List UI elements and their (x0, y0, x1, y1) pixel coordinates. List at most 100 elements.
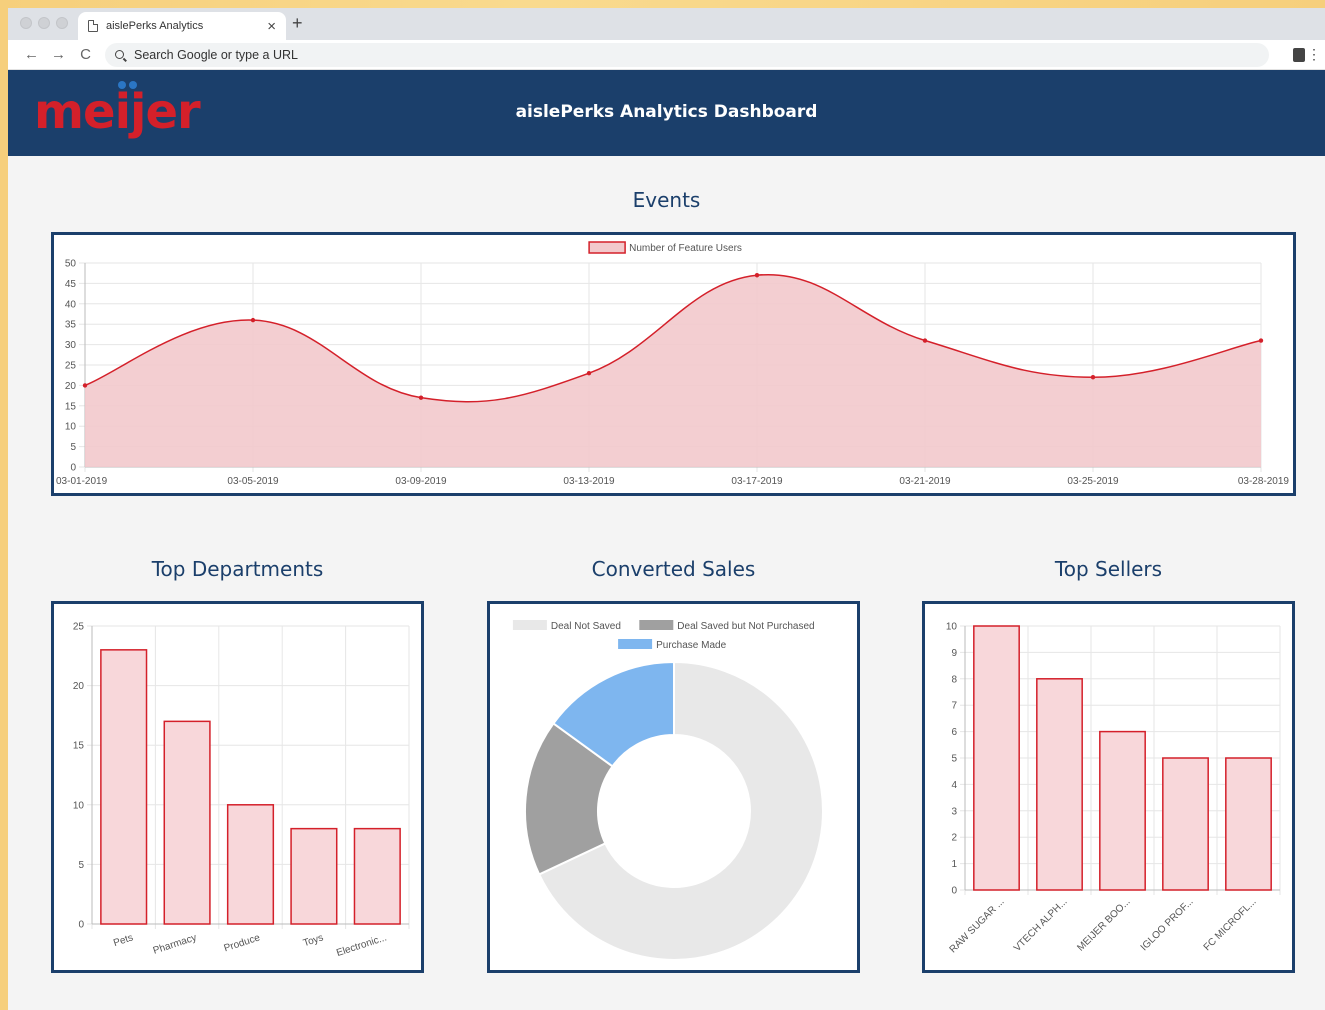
converted-sales-title: Converted Sales (591, 557, 756, 581)
y-tick-label: 0 (78, 920, 84, 931)
data-point (922, 338, 928, 343)
legend-swatch (588, 241, 626, 254)
x-tick-label: 03-01-2019 (56, 476, 108, 487)
x-tick-label: 03-17-2019 (731, 476, 783, 487)
search-icon (115, 50, 124, 59)
top-departments-chart: 0 5 10 15 20 25 Pets Pharmacy Produce Toys Electro… (73, 622, 410, 959)
legend-label: Number of Feature Users (629, 243, 742, 254)
bar (1099, 730, 1146, 891)
x-tick-label: 03-25-2019 (1067, 476, 1119, 487)
tab-bar: aislePerks Analytics × + (8, 8, 1325, 40)
y-tick-label: 0 (951, 886, 957, 897)
document-icon (88, 20, 98, 32)
x-tick-label: Pets (112, 932, 134, 949)
y-tick-label: 4 (951, 780, 957, 791)
top-sellers-chart: 0 1 2 3 4 5 6 7 8 9 10 RAW SUGAR ... VTECH ALPH... ME… (946, 622, 1281, 955)
window-controls (20, 17, 68, 29)
minimize-window-button[interactable] (38, 17, 50, 29)
events-chart: Number of Feature Users 0 5 10 15 20 25 30 35 40 4… (56, 241, 1290, 487)
address-bar[interactable] (105, 42, 1269, 67)
menu-icon[interactable]: ⋮ (1307, 46, 1321, 63)
forward-arrow-icon[interactable]: → (45, 46, 72, 63)
x-tick-label: Pharmacy (152, 932, 198, 956)
data-point (250, 317, 256, 323)
x-tick-label: 03-09-2019 (395, 476, 447, 487)
top-sellers-chart-card: 0 1 2 3 4 5 6 7 8 9 10 RAW SUGAR ... VTECH ALPH... ME… (922, 601, 1295, 973)
bar (290, 827, 338, 925)
y-tick-label: 50 (65, 259, 77, 270)
close-window-button[interactable] (20, 17, 32, 29)
bar (1036, 678, 1083, 891)
data-point (586, 370, 592, 376)
y-tick-label: 10 (946, 622, 958, 633)
x-tick-label: 03-13-2019 (563, 476, 615, 487)
y-tick-label: 25 (65, 361, 77, 372)
x-tick-label: Produce (223, 932, 262, 954)
data-point (1090, 375, 1096, 380)
page-title: aislePerks Analytics Dashboard (515, 102, 818, 122)
y-tick-label: 40 (65, 299, 77, 310)
legend-swatch (618, 639, 653, 649)
x-tick-label: VTECH ALPH... (1012, 896, 1070, 954)
converted-sales-chart: Deal Not Saved Deal Saved but Not Purchas… (512, 620, 824, 961)
bar (163, 720, 211, 925)
bar (1162, 757, 1209, 891)
data-point (754, 273, 760, 278)
y-tick-label: 10 (73, 800, 85, 811)
top-departments-title: Top Departments (151, 557, 324, 581)
y-tick-label: 20 (65, 381, 77, 392)
bar (226, 804, 275, 925)
y-tick-label: 15 (65, 401, 77, 412)
zoom-window-button[interactable] (56, 17, 68, 29)
y-tick-label: 5 (70, 442, 76, 453)
y-tick-label: 2 (951, 833, 957, 844)
bar (973, 625, 1020, 891)
new-tab-icon[interactable]: + (292, 13, 303, 34)
bar (100, 649, 148, 925)
y-tick-label: 9 (951, 648, 957, 659)
x-tick-label: FC MICROFL... (1202, 896, 1259, 953)
profile-icon[interactable] (1293, 48, 1305, 62)
y-tick-label: 0 (70, 463, 76, 474)
address-input[interactable] (134, 47, 734, 62)
legend-swatch (639, 620, 674, 630)
tab-title: aislePerks Analytics (106, 20, 204, 32)
events-chart-card: Number of Feature Users 0 5 10 15 20 25 30 35 40 4… (51, 232, 1296, 496)
browser-toolbar: ← → C ⋮ (8, 40, 1325, 70)
x-tick-label: Electronic... (335, 932, 388, 959)
y-tick-label: 7 (951, 701, 957, 712)
x-tick-label: RAW SUGAR ... (948, 896, 1007, 955)
y-tick-label: 8 (951, 674, 957, 685)
back-arrow-icon[interactable]: ← (18, 46, 45, 63)
browser-tab[interactable]: aislePerks Analytics × (78, 12, 286, 40)
x-tick-label: Toys (302, 932, 325, 949)
y-tick-label: 30 (65, 340, 77, 351)
y-tick-label: 15 (73, 741, 85, 752)
reload-icon[interactable]: C (72, 46, 99, 63)
data-point (82, 383, 88, 388)
y-tick-label: 5 (951, 754, 957, 765)
events-title: Events (632, 188, 701, 212)
top-sellers-title: Top Sellers (1054, 557, 1163, 581)
y-tick-label: 45 (65, 279, 77, 290)
x-tick-label: 03-05-2019 (227, 476, 279, 487)
legend-label: Deal Saved but Not Purchased (677, 621, 814, 632)
y-tick-label: 35 (65, 320, 77, 331)
top-departments-chart-card: 0 5 10 15 20 25 Pets Pharmacy Produce Toys Electro… (51, 601, 424, 973)
logo-dots-icon (118, 81, 137, 89)
y-tick-label: 3 (951, 806, 957, 817)
x-tick-label: MEIJER BOO... (1075, 896, 1132, 953)
legend-label: Purchase Made (656, 640, 726, 651)
bar (353, 827, 401, 925)
y-tick-label: 5 (78, 860, 84, 871)
data-point (1258, 338, 1264, 343)
close-tab-icon[interactable]: × (267, 18, 276, 35)
browser-window: aislePerks Analytics × + ← → C ⋮ meijer … (8, 8, 1325, 1010)
legend-swatch (512, 620, 547, 630)
legend-label: Deal Not Saved (551, 621, 621, 632)
converted-sales-chart-card: Deal Not Saved Deal Saved but Not Purchas… (487, 601, 860, 973)
x-tick-label: IGLOO PROF... (1139, 896, 1196, 953)
x-tick-label: 03-28-2019 (1238, 476, 1290, 487)
data-point (418, 395, 424, 400)
y-tick-label: 1 (951, 859, 957, 870)
